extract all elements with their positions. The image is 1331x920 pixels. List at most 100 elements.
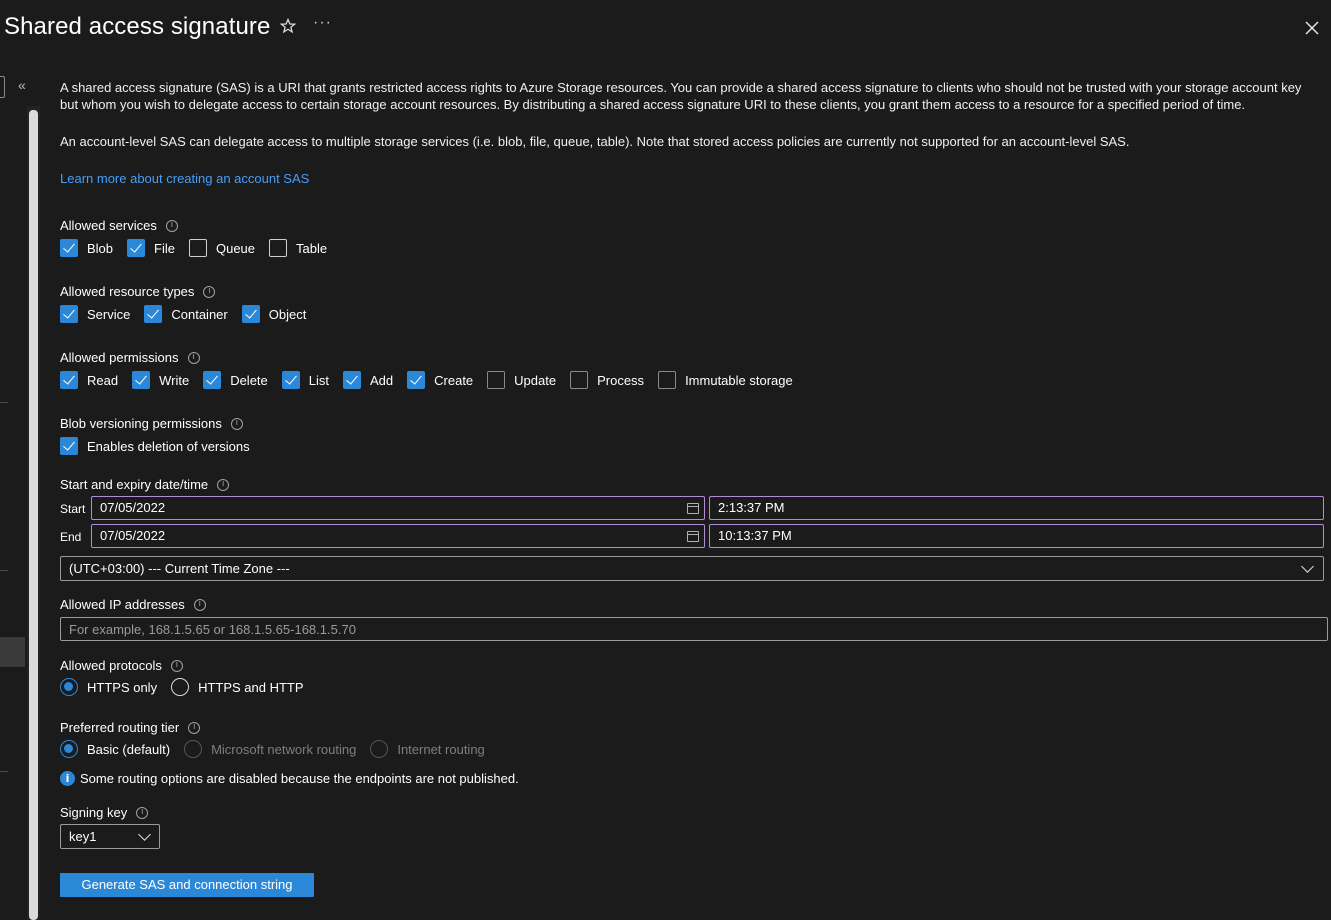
- checkbox-delete[interactable]: Delete: [203, 371, 268, 389]
- checkbox-box[interactable]: [60, 437, 78, 455]
- learn-more-link[interactable]: Learn more about creating an account SAS: [60, 171, 309, 186]
- search-box-edge[interactable]: [0, 76, 5, 98]
- blob-versioning-label-text: Blob versioning permissions: [60, 416, 222, 431]
- intro-paragraph: A shared access signature (SAS) is a URI…: [60, 80, 1302, 112]
- page-title: Shared access signature: [4, 13, 271, 40]
- checkbox-list[interactable]: List: [281, 371, 329, 389]
- end-time-input[interactable]: 10:13:37 PM: [709, 524, 1324, 548]
- account-sas-paragraph: An account-level SAS can delegate access…: [60, 134, 1130, 149]
- allowed-permissions-label: Allowed permissions: [60, 350, 200, 365]
- checkbox-label: Container: [171, 306, 228, 322]
- routing-tier-options: Basic (default) Microsoft network routin…: [60, 739, 499, 759]
- timezone-dropdown[interactable]: (UTC+03:00) --- Current Time Zone ---: [60, 556, 1324, 581]
- generate-sas-button[interactable]: Generate SAS and connection string: [60, 873, 314, 897]
- checkbox-label: Immutable storage: [685, 372, 793, 388]
- datetime-label: Start and expiry date/time: [60, 477, 230, 492]
- info-icon[interactable]: [203, 285, 216, 298]
- checkbox-file[interactable]: File: [127, 239, 175, 257]
- radio-circle: [184, 740, 203, 758]
- info-icon[interactable]: [136, 806, 149, 819]
- info-icon[interactable]: [217, 478, 230, 491]
- routing-notice-text: Some routing options are disabled becaus…: [80, 771, 519, 786]
- info-icon[interactable]: [187, 351, 200, 364]
- radio-circle: [370, 740, 389, 758]
- radio-basic-routing[interactable]: Basic (default): [60, 740, 170, 758]
- checkbox-update[interactable]: Update: [487, 371, 556, 389]
- allowed-ip-label-text: Allowed IP addresses: [60, 597, 185, 612]
- routing-notice: Some routing options are disabled becaus…: [60, 771, 519, 786]
- checkbox-box[interactable]: [269, 239, 288, 257]
- checkbox-label: Blob: [87, 240, 114, 256]
- checkbox-immutable-storage[interactable]: Immutable storage: [658, 371, 793, 389]
- checkbox-box[interactable]: [60, 239, 78, 257]
- info-icon[interactable]: [188, 721, 201, 734]
- timezone-value: (UTC+03:00) --- Current Time Zone ---: [69, 561, 290, 576]
- checkbox-box[interactable]: [658, 371, 677, 389]
- checkbox-box[interactable]: [60, 371, 78, 389]
- signing-key-label-text: Signing key: [60, 805, 128, 820]
- checkbox-write[interactable]: Write: [132, 371, 189, 389]
- info-icon[interactable]: [170, 659, 183, 672]
- checkbox-label: Update: [514, 372, 557, 388]
- scrollbar-thumb[interactable]: [29, 110, 38, 920]
- checkbox-box[interactable]: [144, 305, 163, 323]
- allowed-ip-label: Allowed IP addresses: [60, 597, 206, 612]
- info-icon[interactable]: [193, 598, 206, 611]
- star-icon[interactable]: [279, 17, 298, 36]
- calendar-icon[interactable]: [687, 503, 699, 514]
- allowed-resource-types-label-text: Allowed resource types: [60, 284, 195, 299]
- selected-menu-item-edge[interactable]: [0, 637, 25, 667]
- radio-circle[interactable]: [171, 678, 190, 696]
- checkbox-blob[interactable]: Blob: [60, 239, 113, 257]
- start-date-input[interactable]: 07/05/2022: [91, 496, 705, 520]
- checkbox-box[interactable]: [487, 371, 506, 389]
- checkbox-label: Service: [87, 306, 131, 322]
- calendar-icon[interactable]: [687, 531, 699, 542]
- checkbox-box[interactable]: [188, 239, 207, 257]
- allowed-protocols-label-text: Allowed protocols: [60, 658, 162, 673]
- menu-divider: [0, 570, 8, 571]
- checkbox-create[interactable]: Create: [407, 371, 473, 389]
- collapse-menu-icon[interactable]: «: [18, 77, 26, 93]
- checkbox-container[interactable]: Container: [144, 305, 228, 323]
- checkbox-box[interactable]: [60, 305, 78, 323]
- allowed-services-label-text: Allowed services: [60, 218, 157, 233]
- close-icon[interactable]: [1302, 18, 1322, 38]
- radio-circle[interactable]: [60, 678, 78, 696]
- checkbox-box[interactable]: [343, 371, 361, 389]
- checkbox-box[interactable]: [281, 371, 300, 389]
- allowed-resource-types-options: Service Container Object: [60, 304, 320, 324]
- radio-label: Basic (default): [87, 741, 171, 757]
- allowed-ip-input[interactable]: [60, 617, 1328, 641]
- checkbox-add[interactable]: Add: [343, 371, 393, 389]
- info-icon[interactable]: [165, 219, 178, 232]
- checkbox-box[interactable]: [570, 371, 589, 389]
- radio-https-and-http[interactable]: HTTPS and HTTP: [171, 678, 304, 696]
- checkbox-box[interactable]: [241, 305, 260, 323]
- allowed-services-label: Allowed services: [60, 218, 178, 233]
- checkbox-process[interactable]: Process: [570, 371, 644, 389]
- checkbox-label: File: [154, 240, 175, 256]
- checkbox-enable-version-deletion[interactable]: Enables deletion of versions: [60, 437, 250, 455]
- checkbox-box[interactable]: [203, 371, 222, 389]
- radio-label: HTTPS only: [87, 679, 158, 695]
- end-date-input[interactable]: 07/05/2022: [91, 524, 705, 548]
- checkbox-read[interactable]: Read: [60, 371, 118, 389]
- allowed-protocols-options: HTTPS only HTTPS and HTTP: [60, 677, 318, 697]
- signing-key-value: key1: [69, 829, 97, 844]
- signing-key-dropdown[interactable]: key1: [60, 824, 160, 849]
- radio-circle[interactable]: [60, 740, 78, 758]
- checkbox-queue[interactable]: Queue: [188, 239, 255, 257]
- checkbox-box[interactable]: [127, 239, 146, 257]
- more-options-button[interactable]: ···: [313, 14, 332, 32]
- checkbox-table[interactable]: Table: [269, 239, 327, 257]
- checkbox-object[interactable]: Object: [241, 305, 306, 323]
- info-icon[interactable]: [230, 417, 243, 430]
- radio-https-only[interactable]: HTTPS only: [60, 678, 157, 696]
- start-time-input[interactable]: 2:13:37 PM: [709, 496, 1324, 520]
- checkbox-service[interactable]: Service: [60, 305, 130, 323]
- allowed-permissions-label-text: Allowed permissions: [60, 350, 179, 365]
- checkbox-box[interactable]: [407, 371, 426, 389]
- checkbox-label: List: [308, 372, 329, 388]
- checkbox-box[interactable]: [132, 371, 151, 389]
